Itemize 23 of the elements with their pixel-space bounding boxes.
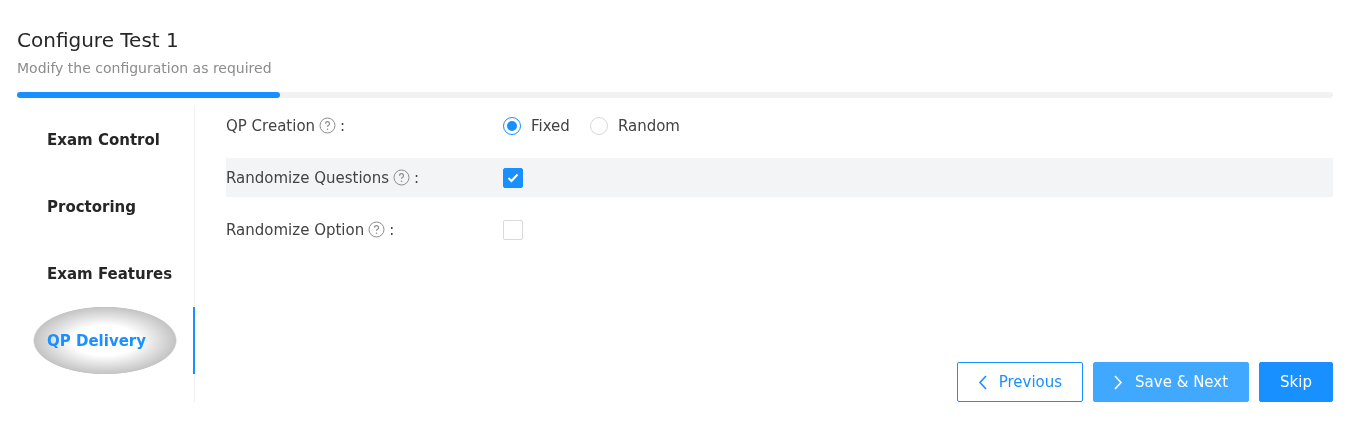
nav-button[interactable]: Skip — [1259, 362, 1333, 402]
help-icon — [368, 221, 386, 238]
chevron-left-icon — [977, 374, 987, 390]
radio-label: Random — [617, 116, 680, 135]
check-icon — [507, 172, 519, 183]
label-colon: : — [340, 116, 346, 135]
page-title: Configure Test 1 — [17, 28, 180, 52]
help-icon — [393, 169, 411, 186]
sidebar-tab[interactable]: Proctoring — [17, 173, 195, 240]
sidebar-tab[interactable]: Exam Features — [17, 240, 195, 307]
chevron-right-icon — [1114, 374, 1124, 390]
page-subtitle: Modify the configuration as required — [17, 60, 273, 76]
nav-button[interactable]: Save & Next — [1093, 362, 1250, 402]
nav-button[interactable]: Previous — [956, 362, 1084, 402]
sidebar-tab[interactable]: Exam Control — [17, 106, 195, 173]
setting-label: Randomize Questions — [226, 168, 390, 187]
label-colon: : — [389, 220, 395, 239]
radio-label: Fixed — [531, 116, 570, 135]
label-colon: : — [414, 168, 420, 187]
setting-label: QP Creation — [226, 116, 316, 135]
setting-label: Randomize Option — [226, 220, 365, 239]
help-icon — [319, 117, 337, 134]
checkbox[interactable] — [503, 167, 523, 188]
